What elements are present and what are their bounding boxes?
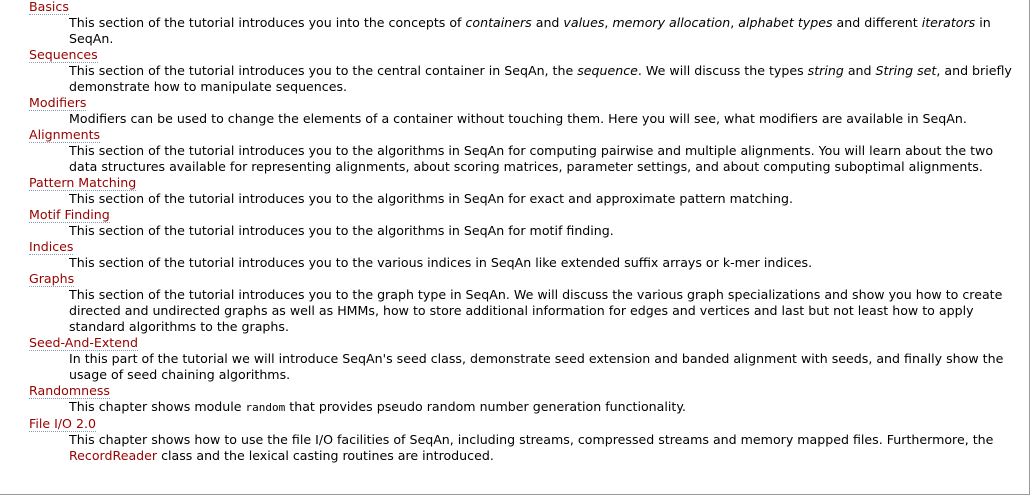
section-link-seed-and-extend[interactable]: Seed-And-Extend	[29, 335, 138, 351]
section-heading-sequences: Sequences	[29, 47, 1023, 63]
description-text: In this part of the tutorial we will int…	[69, 351, 1004, 382]
section-description-modifiers: Modifiers can be used to change the elem…	[69, 111, 1023, 127]
description-text: This section of the tutorial introduces …	[69, 255, 813, 270]
section-heading-indices: Indices	[29, 239, 1023, 255]
section-link-pattern-matching[interactable]: Pattern Matching	[29, 175, 137, 191]
section-heading-alignments: Alignments	[29, 127, 1023, 143]
section-heading-randomness: Randomness	[29, 383, 1023, 399]
section-description-graphs: This section of the tutorial introduces …	[69, 287, 1023, 335]
description-text: This chapter shows how to use the file I…	[69, 432, 994, 447]
section-heading-pattern-matching: Pattern Matching	[29, 175, 1023, 191]
emphasized-term: String set	[875, 63, 937, 78]
section-description-indices: This section of the tutorial introduces …	[69, 255, 1023, 271]
section-description-alignments: This section of the tutorial introduces …	[69, 143, 1023, 175]
section-heading-seed-and-extend: Seed-And-Extend	[29, 335, 1023, 351]
section-link-randomness[interactable]: Randomness	[29, 383, 110, 399]
description-text: This section of the tutorial introduces …	[69, 63, 578, 78]
section-link-alignments[interactable]: Alignments	[29, 127, 101, 143]
emphasized-term: string	[807, 63, 844, 78]
section-heading-graphs: Graphs	[29, 271, 1023, 287]
emphasized-term: iterators	[921, 15, 976, 30]
description-text: This section of the tutorial introduces …	[69, 223, 614, 238]
section-link-file-i-o-2-0[interactable]: File I/O 2.0	[29, 416, 96, 432]
emphasized-term: sequence	[577, 63, 638, 78]
description-text: and	[531, 15, 564, 30]
emphasized-term: containers	[465, 15, 532, 30]
code-term: random	[245, 401, 286, 414]
section-heading-basics: Basics	[29, 0, 1023, 15]
section-heading-file-i-o-2-0: File I/O 2.0	[29, 416, 1023, 432]
section-description-motif-finding: This section of the tutorial introduces …	[69, 223, 1023, 239]
section-link-graphs[interactable]: Graphs	[29, 271, 75, 287]
description-text: and different	[832, 15, 922, 30]
section-description-sequences: This section of the tutorial introduces …	[69, 63, 1023, 95]
description-text: and	[843, 63, 876, 78]
tutorial-section-list: Basics This section of the tutorial intro…	[29, 0, 1023, 464]
section-description-file-i-o-2-0: This chapter shows how to use the file I…	[69, 432, 1023, 464]
section-link-basics[interactable]: Basics	[29, 0, 69, 15]
description-text: Modifiers can be used to change the elem…	[69, 111, 967, 126]
section-link-sequences[interactable]: Sequences	[29, 47, 98, 63]
description-text: This chapter shows module	[69, 399, 246, 414]
page-frame: Basics This section of the tutorial intro…	[0, 0, 1030, 495]
section-description-basics: This section of the tutorial introduces …	[69, 15, 1023, 47]
inline-link[interactable]: RecordReader	[69, 448, 157, 463]
section-heading-motif-finding: Motif Finding	[29, 207, 1023, 223]
section-link-indices[interactable]: Indices	[29, 239, 74, 255]
description-text: This section of the tutorial introduces …	[69, 287, 1003, 334]
emphasized-term: alphabet types	[738, 15, 833, 30]
section-description-seed-and-extend: In this part of the tutorial we will int…	[69, 351, 1023, 383]
section-description-randomness: This chapter shows module random that pr…	[69, 399, 1023, 416]
section-link-motif-finding[interactable]: Motif Finding	[29, 207, 110, 223]
section-heading-modifiers: Modifiers	[29, 95, 1023, 111]
description-text: . We will discuss the types	[637, 63, 808, 78]
section-description-pattern-matching: This section of the tutorial introduces …	[69, 191, 1023, 207]
emphasized-term: memory allocation	[612, 15, 731, 30]
description-text: class and the lexical casting routines a…	[157, 448, 494, 463]
section-link-modifiers[interactable]: Modifiers	[29, 95, 87, 111]
description-text: This section of the tutorial introduces …	[69, 143, 994, 174]
description-text: This section of the tutorial introduces …	[69, 191, 793, 206]
emphasized-term: values	[563, 15, 605, 30]
tutorial-contents: Basics This section of the tutorial intro…	[29, 0, 1023, 464]
description-text: This section of the tutorial introduces …	[69, 15, 466, 30]
description-text: that provides pseudo random number gener…	[285, 399, 686, 414]
